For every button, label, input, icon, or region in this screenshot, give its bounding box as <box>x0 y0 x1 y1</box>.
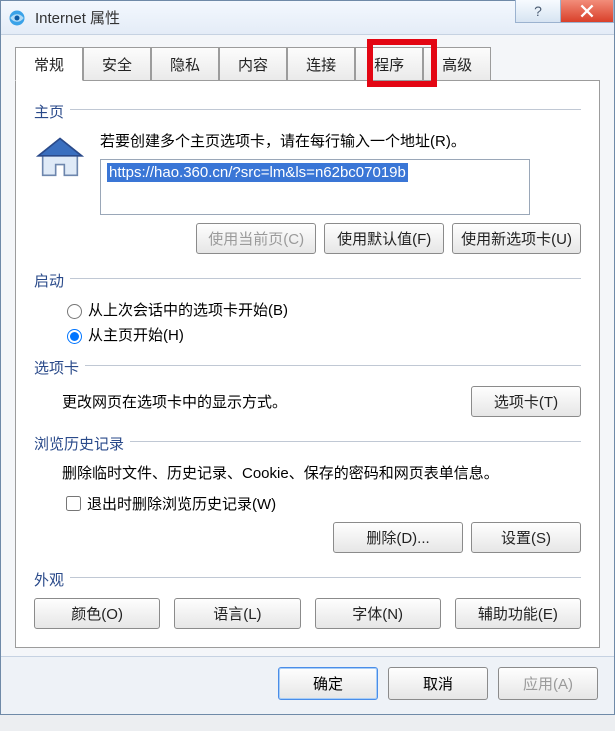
startup-from-last-label: 从上次会话中的选项卡开始(B) <box>88 299 288 320</box>
startup-from-home-input[interactable] <box>67 329 82 344</box>
dialog-footer: 确定 取消 应用(A) <box>1 656 614 714</box>
tabs-desc: 更改网页在选项卡中的显示方式。 <box>62 391 471 412</box>
window-title: Internet 属性 <box>35 7 120 28</box>
fonts-button[interactable]: 字体(N) <box>315 598 441 629</box>
tab-security[interactable]: 安全 <box>83 47 151 81</box>
help-button[interactable]: ? <box>515 0 561 23</box>
divider <box>70 109 581 110</box>
history-section-title: 浏览历史记录 <box>34 433 124 454</box>
homepage-url-text: https://hao.360.cn/?src=lm&ls=n62bc07019… <box>107 163 408 182</box>
tab-advanced[interactable]: 高级 <box>423 47 491 81</box>
history-settings-button[interactable]: 设置(S) <box>471 522 581 553</box>
tab-connections[interactable]: 连接 <box>287 47 355 81</box>
accessibility-button[interactable]: 辅助功能(E) <box>455 598 581 629</box>
homepage-url-input[interactable]: https://hao.360.cn/?src=lm&ls=n62bc07019… <box>100 159 530 215</box>
tabs-button[interactable]: 选项卡(T) <box>471 386 581 417</box>
tab-general[interactable]: 常规 <box>15 47 83 81</box>
startup-from-last-input[interactable] <box>67 304 82 319</box>
startup-section-title: 启动 <box>34 270 64 291</box>
tab-privacy[interactable]: 隐私 <box>151 47 219 81</box>
internet-properties-window: Internet 属性 ? 常规 安全 隐私 内容 连接 程序 高级 主页 <box>0 0 615 715</box>
homepage-section-title: 主页 <box>34 101 64 122</box>
startup-from-last-radio[interactable]: 从上次会话中的选项卡开始(B) <box>62 299 581 320</box>
startup-from-home-label: 从主页开始(H) <box>88 324 184 345</box>
divider <box>130 441 581 442</box>
delete-on-exit-check[interactable]: 退出时删除浏览历史记录(W) <box>62 493 581 514</box>
colors-button[interactable]: 颜色(O) <box>34 598 160 629</box>
ok-button[interactable]: 确定 <box>278 667 378 700</box>
use-current-page-button[interactable]: 使用当前页(C) <box>196 223 316 254</box>
cancel-button[interactable]: 取消 <box>388 667 488 700</box>
appearance-section-title: 外观 <box>34 569 64 590</box>
divider <box>70 278 581 279</box>
content-area: 常规 安全 隐私 内容 连接 程序 高级 主页 <box>1 35 614 656</box>
history-desc: 删除临时文件、历史记录、Cookie、保存的密码和网页表单信息。 <box>62 462 581 483</box>
titlebar[interactable]: Internet 属性 ? <box>1 1 614 35</box>
ie-icon <box>7 8 27 28</box>
use-new-tab-button[interactable]: 使用新选项卡(U) <box>452 223 581 254</box>
delete-on-exit-input[interactable] <box>66 496 81 511</box>
tab-content[interactable]: 内容 <box>219 47 287 81</box>
divider <box>85 365 581 366</box>
homepage-description: 若要创建多个主页选项卡，请在每行输入一个地址(R)。 <box>100 130 581 151</box>
close-button[interactable] <box>560 0 614 23</box>
tab-strip: 常规 安全 隐私 内容 连接 程序 高级 <box>15 47 600 81</box>
delete-on-exit-label: 退出时删除浏览历史记录(W) <box>87 493 276 514</box>
divider <box>70 577 581 578</box>
tab-programs[interactable]: 程序 <box>355 47 423 81</box>
languages-button[interactable]: 语言(L) <box>174 598 300 629</box>
delete-history-button[interactable]: 删除(D)... <box>333 522 463 553</box>
apply-button[interactable]: 应用(A) <box>498 667 598 700</box>
tabs-section-title: 选项卡 <box>34 357 79 378</box>
use-default-button[interactable]: 使用默认值(F) <box>324 223 444 254</box>
startup-from-home-radio[interactable]: 从主页开始(H) <box>62 324 581 345</box>
house-icon <box>34 132 86 184</box>
general-panel: 主页 若要创建多个主页选项卡，请在每行输入一个地址(R)。 https://ha… <box>15 80 600 648</box>
